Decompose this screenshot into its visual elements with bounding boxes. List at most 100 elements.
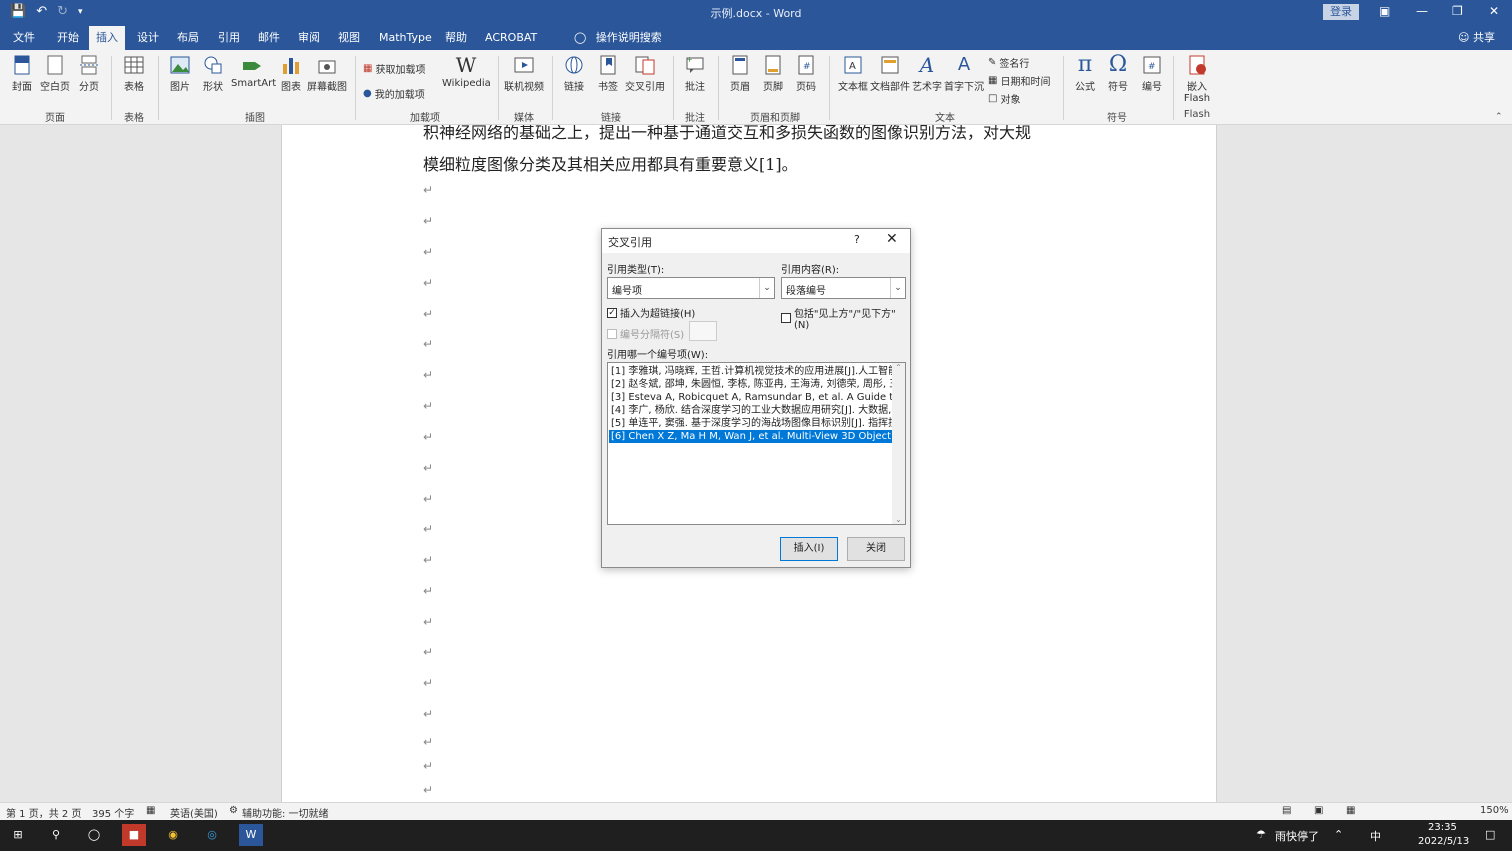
close-button[interactable]: 关闭 bbox=[847, 537, 905, 561]
chart-button[interactable]: 图表 bbox=[279, 54, 303, 93]
accessibility-status[interactable]: 辅助功能: 一切就绪 bbox=[242, 805, 329, 820]
tab-help[interactable]: 帮助 bbox=[438, 26, 474, 50]
object-label: 对象 bbox=[1000, 95, 1021, 106]
paragraph-mark: ↵ bbox=[423, 707, 434, 721]
footer-button[interactable]: 页脚 bbox=[760, 54, 786, 93]
clock-time[interactable]: 23:35 bbox=[1428, 822, 1457, 833]
scroll-up-icon[interactable]: ⌃ bbox=[892, 363, 905, 372]
insert-hyperlink-checkbox[interactable]: ✓ 插入为超链接(H) bbox=[607, 305, 695, 320]
include-above-below-checkbox[interactable]: 包括"见上方"/"见下方"(N) bbox=[781, 305, 910, 331]
number-button[interactable]: # 编号 bbox=[1139, 54, 1165, 93]
insert-button[interactable]: 插入(I) bbox=[780, 537, 838, 561]
notification-icon[interactable]: □ bbox=[1485, 828, 1495, 841]
cross-reference-button[interactable]: 交叉引用 bbox=[625, 54, 665, 93]
list-item[interactable]: [1] 李雅琪, 冯晓辉, 王哲.计算机视觉技术的应用进展[J].人工智能, .… bbox=[609, 365, 893, 378]
tab-view[interactable]: 视图 bbox=[331, 26, 367, 50]
symbol-button[interactable]: Ω 符号 bbox=[1105, 54, 1131, 94]
drop-cap-button[interactable]: A 首字下沉 bbox=[944, 54, 984, 93]
tab-mailings[interactable]: 邮件 bbox=[251, 26, 287, 50]
page-break-button[interactable]: 分页 bbox=[77, 54, 101, 93]
wordart-button[interactable]: A 艺术字 bbox=[912, 54, 942, 93]
tab-insert[interactable]: 插入 bbox=[89, 26, 125, 50]
tell-me-search[interactable]: ◯ 操作说明搜索 bbox=[574, 26, 662, 50]
get-addins-button[interactable]: ▦ 获取加载项 bbox=[363, 61, 425, 76]
tab-home[interactable]: 开始 bbox=[50, 26, 86, 50]
chrome-app-icon[interactable]: ◉ bbox=[161, 824, 185, 846]
tab-review[interactable]: 审阅 bbox=[291, 26, 327, 50]
blank-page-button[interactable]: 空白页 bbox=[40, 54, 70, 93]
tab-references[interactable]: 引用 bbox=[211, 26, 247, 50]
pictures-button[interactable]: 图片 bbox=[168, 54, 192, 93]
reference-content-select[interactable]: 段落编号 ⌄ bbox=[781, 277, 906, 299]
drop-cap-icon: A bbox=[957, 54, 971, 75]
quick-parts-button[interactable]: 文档部件 bbox=[870, 54, 910, 93]
date-time-button[interactable]: ▦ 日期和时间 bbox=[988, 73, 1050, 88]
login-button[interactable]: 登录 bbox=[1323, 4, 1359, 20]
my-addins-button[interactable]: ● 我的加载项 bbox=[363, 86, 425, 101]
ribbon: 封面 空白页 分页 页面 表格 表格 图片 形状 SmartArt 图表 屏幕截… bbox=[0, 50, 1512, 125]
proofing-icon[interactable]: ▦ bbox=[146, 805, 155, 816]
shapes-button[interactable]: 形状 bbox=[200, 54, 226, 93]
minimize-icon[interactable]: — bbox=[1416, 4, 1428, 18]
list-item[interactable]: [2] 赵冬斌, 邵坤, 朱圆恒, 李栋, 陈亚冉, 王海涛, 刘德荣, 周彤,… bbox=[609, 378, 893, 391]
help-icon[interactable]: ? bbox=[854, 233, 860, 246]
smartart-label: SmartArt bbox=[231, 78, 277, 89]
language-indicator[interactable]: 英语(美国) bbox=[170, 805, 218, 820]
cover-page-button[interactable]: 封面 bbox=[10, 54, 34, 93]
tray-chevron-icon[interactable]: ⌃ bbox=[1334, 828, 1343, 841]
word-count[interactable]: 395 个字 bbox=[92, 805, 134, 820]
search-icon[interactable]: ⚲ bbox=[44, 824, 68, 846]
wikipedia-button[interactable]: W Wikipedia bbox=[442, 54, 491, 89]
tab-file[interactable]: 文件 bbox=[6, 26, 42, 50]
zoom-level[interactable]: 150% bbox=[1480, 805, 1509, 816]
close-window-icon[interactable]: ✕ bbox=[1489, 4, 1499, 18]
youdao-app-icon[interactable]: ■ bbox=[122, 824, 146, 846]
word-app-icon[interactable]: W bbox=[239, 824, 263, 846]
weather-status[interactable]: 雨快停了 bbox=[1275, 828, 1319, 844]
print-layout-icon[interactable]: ▣ bbox=[1314, 805, 1323, 816]
edge-app-icon[interactable]: ◎ bbox=[200, 824, 224, 846]
tab-layout[interactable]: 布局 bbox=[170, 26, 206, 50]
input-language[interactable]: 中 bbox=[1370, 828, 1381, 844]
numbered-items-list[interactable]: [1] 李雅琪, 冯晓辉, 王哲.计算机视觉技术的应用进展[J].人工智能, .… bbox=[607, 362, 906, 525]
web-layout-icon[interactable]: ▦ bbox=[1346, 805, 1355, 816]
collapse-ribbon-icon[interactable]: ⌃ bbox=[1495, 112, 1503, 122]
text-box-button[interactable]: A 文本框 bbox=[836, 54, 870, 93]
screenshot-button[interactable]: 屏幕截图 bbox=[307, 54, 347, 93]
tab-design[interactable]: 设计 bbox=[130, 26, 166, 50]
tab-mathtype[interactable]: MathType bbox=[372, 26, 439, 50]
list-item[interactable]: [3] Esteva A, Robicquet A, Ramsundar B, … bbox=[609, 391, 893, 404]
page-number-button[interactable]: # 页码 bbox=[793, 54, 819, 93]
page-count[interactable]: 第 1 页，共 2 页 bbox=[6, 805, 81, 820]
header-button[interactable]: 页眉 bbox=[727, 54, 753, 93]
scroll-down-icon[interactable]: ⌄ bbox=[892, 515, 905, 524]
read-mode-icon[interactable]: ▤ bbox=[1282, 805, 1291, 816]
clock-date[interactable]: 2022/5/13 bbox=[1418, 836, 1469, 847]
equation-button[interactable]: π 公式 bbox=[1072, 54, 1098, 94]
close-icon[interactable]: ✕ bbox=[886, 231, 898, 247]
list-item[interactable]: [4] 李广, 杨欣. 结合深度学习的工业大数据应用研究[J]. 大数据, 20… bbox=[609, 404, 893, 417]
windows-start-icon[interactable]: ⊞ bbox=[6, 824, 30, 846]
list-item[interactable]: [5] 单连平, 窦强. 基于深度学习的海战场图像目标识别[J]. 指挥控... bbox=[609, 417, 893, 430]
ribbon-display-icon[interactable]: ▣ bbox=[1379, 4, 1390, 18]
link-button[interactable]: 链接 bbox=[561, 54, 587, 93]
embed-flash-button[interactable]: 嵌入 Flash bbox=[1180, 54, 1214, 104]
comment-button[interactable]: + 批注 bbox=[682, 54, 708, 93]
dialog-title-bar[interactable]: 交叉引用 ? ✕ bbox=[602, 229, 910, 253]
object-button[interactable]: □ 对象 bbox=[988, 91, 1020, 106]
list-scrollbar[interactable]: ⌃ ⌄ bbox=[892, 363, 905, 524]
restore-icon[interactable]: ❐ bbox=[1452, 4, 1463, 18]
task-view-icon[interactable]: ◯ bbox=[82, 824, 106, 846]
table-button[interactable]: 表格 bbox=[121, 54, 147, 93]
reference-type-select[interactable]: 编号项 ⌄ bbox=[607, 277, 775, 299]
paragraph-mark: ↵ bbox=[423, 553, 434, 567]
tab-acrobat[interactable]: ACROBAT bbox=[478, 26, 544, 50]
signature-line-button[interactable]: ✎ 签名行 bbox=[988, 55, 1029, 70]
group-links-label: 链接 bbox=[601, 113, 621, 124]
online-video-button[interactable]: 联机视频 bbox=[504, 54, 544, 93]
get-addins-label: 获取加载项 bbox=[375, 65, 426, 76]
bookmark-button[interactable]: 书签 bbox=[595, 54, 621, 93]
smartart-button[interactable]: SmartArt bbox=[231, 54, 277, 89]
share-button[interactable]: ☺ 共享 bbox=[1458, 26, 1495, 50]
list-item-selected[interactable]: [6] Chen X Z, Ma H M, Wan J, et al. Mult… bbox=[609, 430, 893, 443]
